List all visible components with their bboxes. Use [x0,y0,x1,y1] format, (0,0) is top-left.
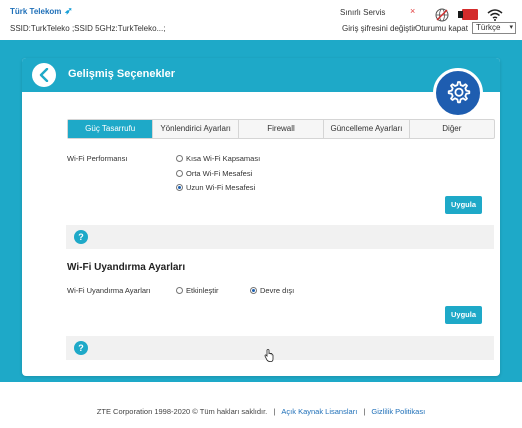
chevron-left-icon [39,68,49,82]
radio-enable[interactable]: Etkinleştir [176,286,219,295]
chevron-down-icon: ▾ [509,24,513,31]
tab-power-saving[interactable]: Güç Tasarrufu [68,120,154,138]
help-icon[interactable]: ? [74,230,88,244]
back-button[interactable] [32,63,56,87]
change-password-link[interactable]: Giriş şifresini değiştir [342,24,416,33]
advanced-options-card: Gelişmiş Seçenekler Güç Tasarrufu Yönlen… [22,58,500,376]
brand-name: Türk Telekom [10,7,62,16]
wifi-wake-label: Wi-Fi Uyandırma Ayarları [67,286,151,295]
radio-medium-distance[interactable]: Orta Wi-Fi Mesafesi [176,169,252,178]
top-header: Türk Telekom ➶ SSID:TurkTeleko ;SSID 5GH… [0,0,522,40]
footer: ZTE Corporation 1998-2020 © Tüm hakları … [0,407,522,416]
logo-mark-icon: ➶ [64,6,73,17]
radio-label: Kısa Wi-Fi Kapsaması [186,154,261,163]
help-icon-2[interactable]: ? [74,341,88,355]
brand-logo: Türk Telekom ➶ [10,6,73,17]
ssid-info: SSID:TurkTeleko ;SSID 5GHz:TurkTeleko...… [10,24,166,33]
service-status: Sınırlı Servis [340,8,386,17]
logout-link[interactable]: Oturumu kapat [415,24,468,33]
wifi-icon [487,9,503,21]
section-title: Wi-Fi Uyandırma Ayarları [67,262,186,273]
radio-label: Devre dışı [260,286,295,295]
radio-short-coverage[interactable]: Kısa Wi-Fi Kapsaması [176,154,260,163]
globe-icon [435,8,449,22]
privacy-link[interactable]: Gizlilik Politikası [371,407,425,416]
sim-card-icon [458,9,478,20]
card-header: Gelişmiş Seçenekler [22,58,500,92]
hand-cursor-icon [264,349,274,362]
radio-label: Uzun Wi-Fi Mesafesi [186,183,256,192]
radio-button-selected[interactable] [250,287,257,294]
radio-long-distance[interactable]: Uzun Wi-Fi Mesafesi [176,183,255,192]
radio-button[interactable] [176,287,183,294]
radio-label: Orta Wi-Fi Mesafesi [186,169,253,178]
language-select[interactable]: Türkçe ▾ [472,22,516,34]
footer-separator: | [363,407,366,416]
tab-update-settings[interactable]: Güncelleme Ayarları [324,120,410,138]
help-bar: ? [66,225,494,249]
radio-disable[interactable]: Devre dışı [250,286,294,295]
apply-button[interactable]: Uygula [445,196,482,214]
apply-button-2[interactable]: Uygula [445,306,482,324]
copyright-text: ZTE Corporation 1998-2020 © Tüm hakları … [96,407,268,416]
page-title: Gelişmiş Seçenekler [68,68,176,80]
close-icon[interactable]: × [410,6,415,16]
footer-separator: | [273,407,276,416]
gear-icon [433,68,483,118]
radio-label: Etkinleştir [186,286,219,295]
tab-firewall[interactable]: Firewall [239,120,325,138]
radio-button[interactable] [176,155,183,162]
open-source-link[interactable]: Açık Kaynak Lisansları [281,407,357,416]
radio-button-selected[interactable] [176,184,183,191]
help-bar-2: ? [66,336,494,360]
tab-bar: Güç Tasarrufu Yönlendirici Ayarları Fire… [67,119,495,139]
radio-button[interactable] [176,170,183,177]
language-value: Türkçe [476,23,501,32]
tab-other[interactable]: Diğer [410,120,494,138]
tab-router-settings[interactable]: Yönlendirici Ayarları [153,120,239,138]
wifi-performance-label: Wi-Fi Performansı [67,154,128,163]
